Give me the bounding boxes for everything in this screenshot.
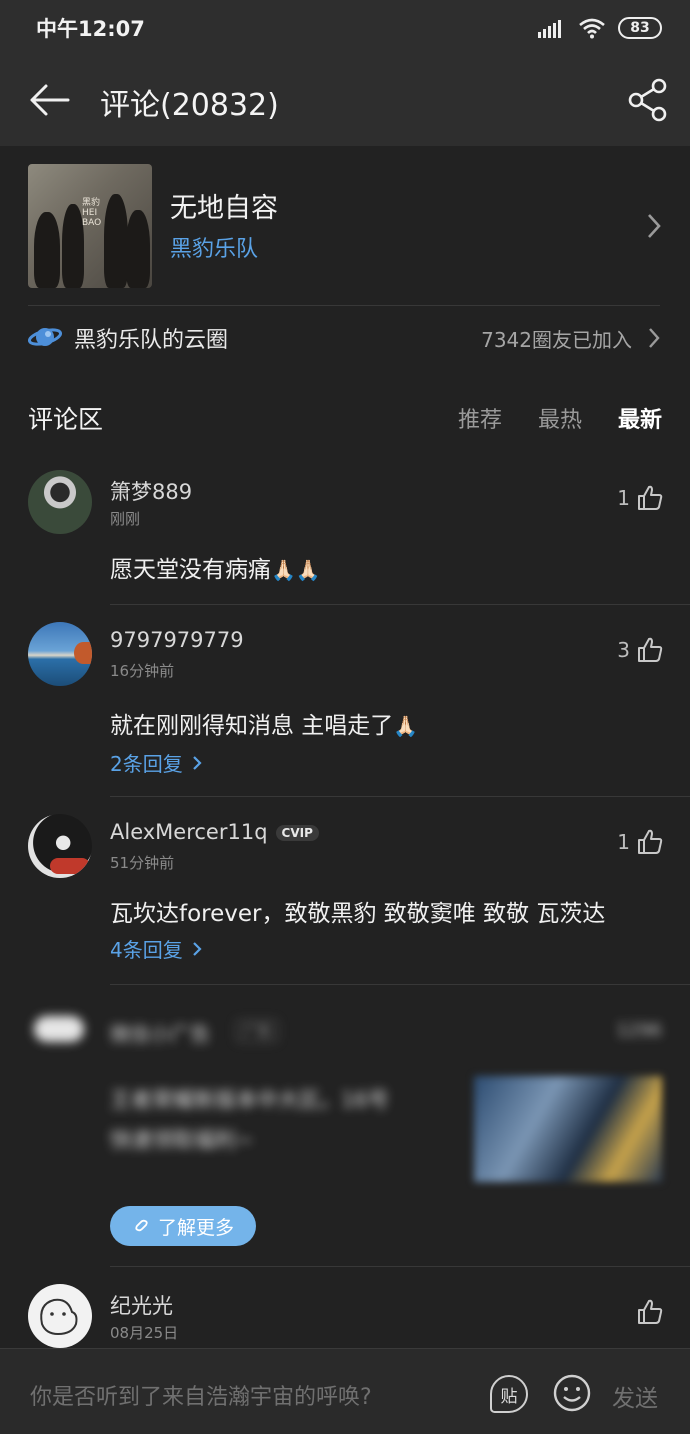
status-icons: 83	[538, 17, 662, 39]
avatar[interactable]	[28, 814, 92, 878]
battery-indicator: 83	[618, 17, 662, 39]
send-button[interactable]: 发送	[612, 1379, 658, 1413]
chevron-right-icon	[192, 755, 202, 770]
tab-hottest[interactable]: 最热	[538, 402, 582, 434]
chevron-right-icon	[649, 328, 660, 348]
status-time: 中午12:07	[36, 17, 145, 41]
ad-name: 微信小广告	[110, 1022, 210, 1046]
ad-like-count: 1296	[616, 1020, 662, 1041]
divider	[110, 1266, 690, 1267]
ad-text-line1: 王者荣耀新版本中大区。16号	[110, 1088, 389, 1112]
comment-text-row: 就在刚刚得知消息 主唱走了🙏🏻	[110, 706, 418, 740]
comment-username[interactable]: AlexMercer11q	[110, 820, 268, 844]
song-title[interactable]: 无地自容	[170, 186, 278, 225]
comment-time: 08月25日	[110, 1324, 179, 1342]
section-title: 评论区	[28, 405, 104, 434]
comment-time: 16分钟前	[110, 662, 175, 680]
learn-more-label: 了解更多	[157, 1216, 234, 1239]
back-arrow-icon[interactable]	[28, 82, 72, 118]
ad-avatar	[34, 1016, 84, 1042]
replies-count: 4条回复	[110, 938, 183, 962]
comment-time: 刚刚	[110, 510, 141, 528]
comment-text: 就在刚刚得知消息 主唱走了	[110, 713, 394, 739]
comment-item: 纪光光 08月25日	[0, 1284, 690, 1348]
song-artist[interactable]: 黑豹乐队	[170, 231, 258, 263]
learn-more-button[interactable]: 了解更多	[110, 1206, 256, 1246]
comment-username[interactable]: 箫梦889	[110, 476, 192, 506]
replies-link[interactable]: 4条回复	[110, 934, 203, 963]
like-count: 3	[617, 638, 630, 662]
comment-username[interactable]: 9797979779	[110, 628, 244, 652]
share-icon[interactable]	[628, 78, 668, 122]
circle-member-count: 7342圈友已加入	[481, 328, 632, 352]
ad-tag: 广告	[236, 1020, 278, 1042]
chevron-right-icon	[192, 941, 202, 956]
thumbs-up-icon	[638, 829, 663, 854]
page-title: 评论(20832)	[100, 88, 279, 123]
like-button[interactable]: 1	[617, 828, 664, 856]
comments-section-header: 评论区 推荐 最热 最新	[28, 400, 668, 440]
chevron-right-icon	[648, 214, 661, 238]
link-icon	[135, 1219, 148, 1232]
fan-circle-row[interactable]: 黑豹乐队的云圈 7342圈友已加入	[28, 306, 668, 368]
replies-count: 2条回复	[110, 752, 183, 776]
album-cover-text: 黑豹 HEI BAO	[82, 198, 102, 228]
tab-recommended[interactable]: 推荐	[458, 402, 502, 434]
ad-text-line2: 快速领取福利~	[110, 1128, 254, 1152]
comment-text: 瓦坎达forever，致敬黑豹 致敬窦唯 致敬 瓦茨达	[110, 901, 606, 927]
avatar[interactable]	[28, 470, 92, 534]
emoji-icon[interactable]	[552, 1373, 592, 1413]
app-header: 评论(20832)	[0, 56, 690, 146]
status-bar: 中午12:07 83	[0, 0, 690, 56]
like-button[interactable]: 3	[617, 636, 664, 664]
avatar[interactable]	[28, 1284, 92, 1348]
replies-link[interactable]: 2条回复	[110, 748, 203, 777]
comment-text: 愿天堂没有病痛	[110, 557, 271, 583]
sticker-button[interactable]: 贴	[490, 1375, 528, 1413]
album-cover: 黑豹 HEI BAO	[28, 164, 152, 288]
comment-time: 51分钟前	[110, 854, 175, 872]
thumbs-up-icon	[638, 1299, 663, 1324]
wifi-icon	[579, 18, 605, 39]
cloud-circle-icon	[28, 328, 62, 346]
sort-tabs: 推荐 最热 最新	[458, 402, 662, 434]
comment-input[interactable]: 你是否听到了来自浩瀚宇宙的呼唤?	[30, 1379, 372, 1411]
vip-badge: CVIP	[275, 825, 319, 841]
signal-icon	[538, 20, 561, 38]
comment-item: 箫梦889 刚刚 1 愿天堂没有病痛🙏🏻🙏🏻	[0, 470, 690, 604]
like-button[interactable]: 1	[617, 484, 664, 512]
pray-emoji-icon: 🙏🏻🙏🏻	[271, 558, 321, 582]
thumbs-up-icon	[638, 637, 663, 662]
tab-newest[interactable]: 最新	[618, 402, 662, 434]
comment-username[interactable]: 纪光光	[110, 1290, 173, 1320]
divider	[110, 984, 690, 985]
comment-input-bar: 你是否听到了来自浩瀚宇宙的呼唤? 贴 发送	[0, 1348, 690, 1434]
ad-image[interactable]	[474, 1076, 662, 1182]
song-card[interactable]: 黑豹 HEI BAO 无地自容 黑豹乐队	[28, 164, 668, 288]
divider	[110, 796, 690, 797]
like-button[interactable]	[636, 1298, 664, 1326]
pray-emoji-icon: 🙏🏻	[393, 714, 419, 738]
like-count: 1	[617, 486, 630, 510]
circle-label: 黑豹乐队的云圈	[74, 328, 229, 353]
ad-block[interactable]: 微信小广告 广告 1296 王者荣耀新版本中大区。16号 快速领取福利~ 了解更…	[0, 1000, 690, 1260]
avatar[interactable]	[28, 622, 92, 686]
comment-text-row: 愿天堂没有病痛🙏🏻🙏🏻	[110, 550, 321, 584]
cartoon-avatar-icon	[40, 1298, 78, 1336]
comment-username-row: AlexMercer11q CVIP	[110, 820, 319, 844]
like-count: 1	[617, 830, 630, 854]
comment-item: 9797979779 16分钟前 3 就在刚刚得知消息 主唱走了🙏🏻 2条回复	[0, 622, 690, 796]
comment-item: AlexMercer11q CVIP 51分钟前 1 瓦坎达forever，致敬黑…	[0, 814, 690, 984]
thumbs-up-icon	[638, 485, 663, 510]
divider	[110, 604, 690, 605]
